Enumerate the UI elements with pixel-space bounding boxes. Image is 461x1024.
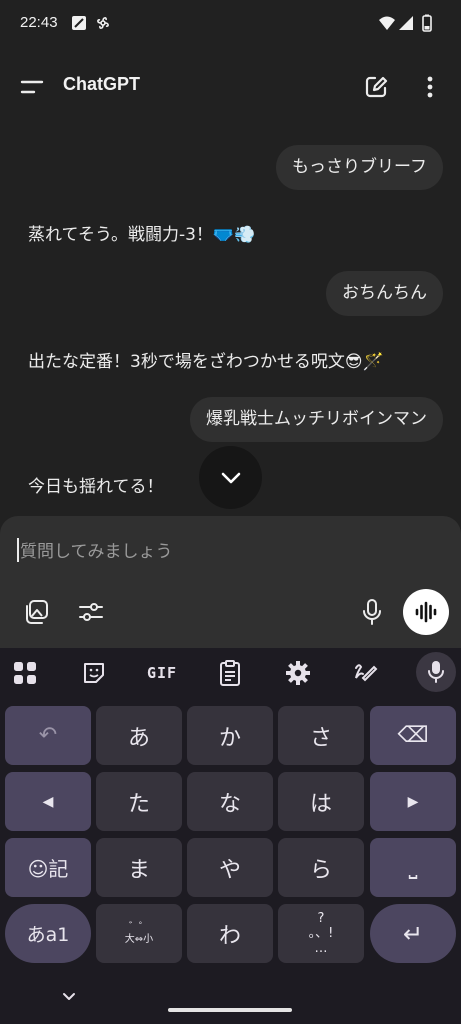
menu-icon[interactable] bbox=[18, 76, 46, 98]
assistant-message: 蒸れてそう。戦闘力-3！🩲💨 bbox=[28, 225, 256, 245]
more-options-icon[interactable] bbox=[420, 73, 440, 101]
assistant-message: 今日も揺れてる！ bbox=[28, 477, 164, 497]
key-wa[interactable]: わ bbox=[187, 904, 273, 963]
user-message: もっさりブリーフ bbox=[276, 145, 443, 190]
key-ma[interactable]: ま bbox=[96, 838, 182, 897]
cursor-left-key[interactable]: ◀ bbox=[5, 772, 91, 831]
chevron-down-icon bbox=[221, 472, 240, 483]
undo-key[interactable]: ↶ bbox=[5, 706, 91, 765]
composer-panel bbox=[0, 516, 461, 648]
key-ra[interactable]: ら bbox=[278, 838, 364, 897]
punctuation-key[interactable]: ? 。、! … bbox=[278, 904, 364, 963]
scroll-to-bottom-button[interactable] bbox=[199, 446, 262, 509]
pinwheel-icon bbox=[97, 17, 109, 29]
hide-keyboard-icon[interactable] bbox=[60, 990, 78, 1004]
dictation-mic-icon[interactable] bbox=[357, 597, 387, 627]
input-mode-key[interactable]: あa1 bbox=[5, 904, 91, 963]
clipboard-icon[interactable] bbox=[215, 658, 245, 688]
home-indicator[interactable] bbox=[168, 1008, 292, 1012]
notification-icon bbox=[72, 16, 86, 30]
key-na[interactable]: な bbox=[187, 772, 273, 831]
status-time: 22:43 bbox=[20, 14, 58, 31]
voice-mode-button[interactable] bbox=[403, 589, 449, 635]
gif-button[interactable]: GIF bbox=[143, 658, 181, 688]
user-message: おちんちん bbox=[326, 271, 443, 316]
keyboard-voice-button[interactable] bbox=[416, 652, 456, 692]
apps-grid-icon[interactable] bbox=[12, 660, 38, 686]
text-cursor bbox=[17, 538, 19, 562]
space-key[interactable]: ⎵ bbox=[370, 838, 456, 897]
backspace-key[interactable]: ⌫ bbox=[370, 706, 456, 765]
dakuten-key[interactable]: ゛゜ 大⇔小 bbox=[96, 904, 182, 963]
keyboard bbox=[0, 648, 461, 1024]
key-ta[interactable]: た bbox=[96, 772, 182, 831]
enter-key[interactable]: ↵ bbox=[370, 904, 456, 963]
attach-images-icon[interactable] bbox=[21, 597, 51, 627]
key-ya[interactable]: や bbox=[187, 838, 273, 897]
message-input[interactable]: 質問してみましょう bbox=[20, 537, 173, 562]
key-sa[interactable]: さ bbox=[278, 706, 364, 765]
sticker-icon[interactable] bbox=[79, 658, 109, 688]
signal-icon bbox=[399, 16, 413, 30]
assistant-message: 出たな定番！3秒で場をざわつかせる呪文😎🪄 bbox=[28, 352, 384, 372]
mic-icon bbox=[428, 661, 444, 683]
user-message: 爆乳戦士ムッチリボインマン bbox=[190, 397, 443, 442]
cursor-right-key[interactable]: ▶ bbox=[370, 772, 456, 831]
emoji-symbol-key[interactable]: ☺記 bbox=[5, 838, 91, 897]
app-title: ChatGPT bbox=[63, 74, 141, 94]
key-a[interactable]: あ bbox=[96, 706, 182, 765]
key-ka[interactable]: か bbox=[187, 706, 273, 765]
wifi-icon bbox=[379, 16, 395, 30]
waveform-icon bbox=[415, 601, 437, 623]
tools-sliders-icon[interactable] bbox=[76, 597, 106, 627]
battery-icon bbox=[422, 14, 432, 32]
key-ha[interactable]: は bbox=[278, 772, 364, 831]
handwriting-icon[interactable] bbox=[351, 658, 381, 688]
new-chat-icon[interactable] bbox=[362, 73, 390, 101]
settings-gear-icon[interactable] bbox=[283, 658, 313, 688]
